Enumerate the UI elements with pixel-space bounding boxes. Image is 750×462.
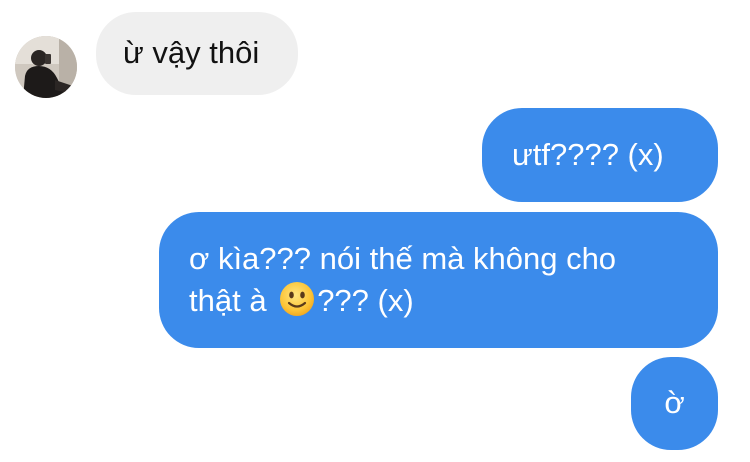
avatar-photo bbox=[15, 36, 77, 98]
message-text-line1: ơ kìa??? nói thế mà không cho bbox=[189, 241, 617, 276]
message-text: ờ bbox=[664, 385, 685, 420]
avatar[interactable] bbox=[15, 36, 77, 98]
message-thread: ừ vậy thôi ưtf???? (x) ơ kìa??? nói thế … bbox=[0, 0, 750, 462]
message-text-line2-end: ??? (x) bbox=[317, 283, 414, 318]
message-text-line2: thật à bbox=[189, 283, 267, 318]
message-bubble-outgoing[interactable]: ờ bbox=[631, 357, 718, 450]
slightly-smiling-face-emoji bbox=[280, 282, 315, 316]
message-bubble-outgoing[interactable]: ưtf???? (x) bbox=[482, 108, 718, 202]
message-bubble-incoming[interactable]: ừ vậy thôi bbox=[96, 12, 298, 95]
message-text: ưtf???? (x) bbox=[512, 137, 664, 172]
message-text: ừ vậy thôi bbox=[123, 35, 260, 70]
message-bubble-outgoing[interactable]: ơ kìa??? nói thế mà không cho thật à ???… bbox=[159, 212, 718, 348]
